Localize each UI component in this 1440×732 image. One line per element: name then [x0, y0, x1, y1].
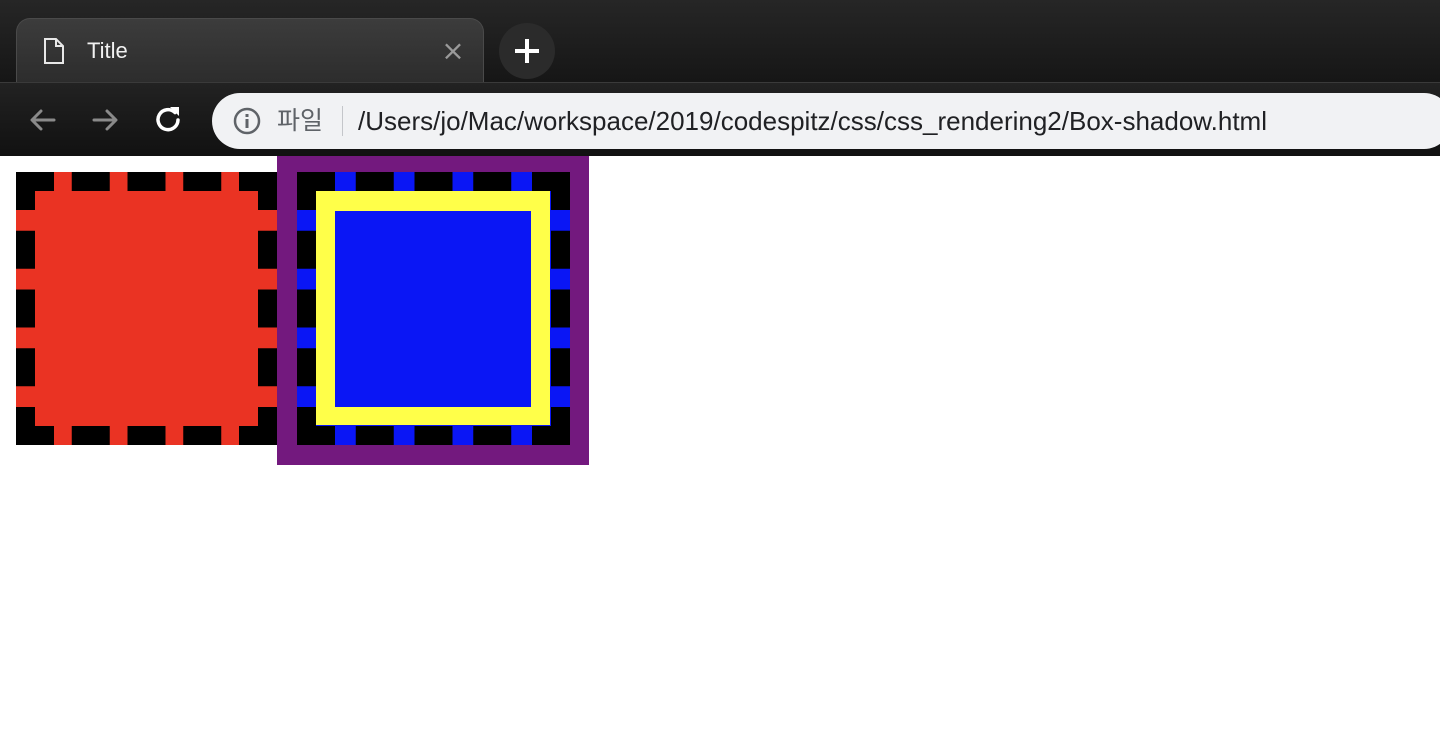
plus-icon	[515, 39, 539, 63]
tab-title: Title	[87, 38, 128, 63]
browser-toolbar: 파일 /Users/jo/Mac/workspace/2019/codespit…	[0, 82, 1440, 156]
shadow-box-outer	[277, 156, 589, 465]
info-icon[interactable]	[232, 106, 262, 136]
close-icon[interactable]: ×	[441, 37, 465, 65]
url-scheme-label: 파일	[277, 106, 324, 135]
address-bar[interactable]: 파일 /Users/jo/Mac/workspace/2019/codespit…	[212, 93, 1440, 149]
reload-icon[interactable]	[151, 103, 185, 137]
arrow-left-icon[interactable]	[26, 103, 60, 137]
url-text[interactable]: /Users/jo/Mac/workspace/2019/codespitz/c…	[358, 105, 1267, 137]
dashed-red-box	[16, 172, 277, 445]
document-icon	[44, 38, 64, 64]
page-content	[0, 156, 1440, 732]
browser-tab[interactable]: Title ×	[16, 18, 484, 84]
arrow-right-icon[interactable]	[88, 103, 122, 137]
tab-strip: Title ×	[0, 0, 1440, 84]
address-divider	[342, 106, 343, 136]
new-tab-button[interactable]	[499, 23, 555, 79]
blue-content-area	[335, 211, 531, 407]
